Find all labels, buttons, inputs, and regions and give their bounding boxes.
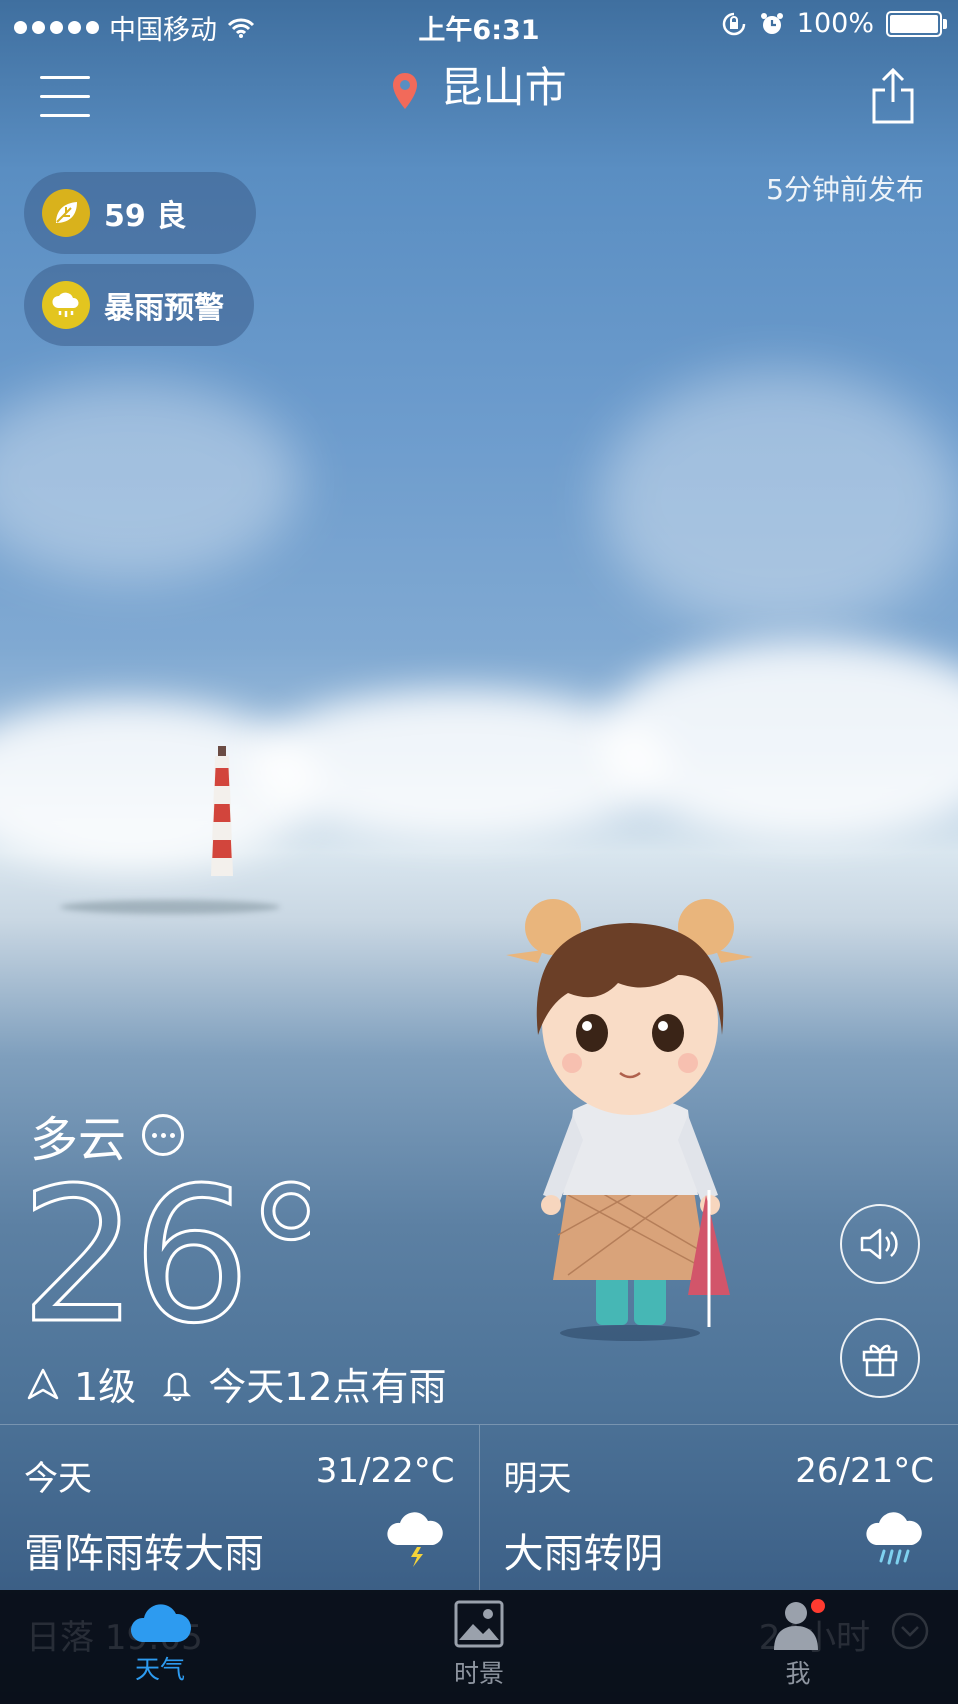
speaker-icon: [860, 1228, 898, 1260]
leaf-icon: [42, 189, 90, 237]
tab-weather[interactable]: 天气: [80, 1598, 240, 1704]
share-button[interactable]: [870, 66, 916, 126]
cloud-icon: [130, 1604, 192, 1642]
rain-notice[interactable]: 今天12点有雨: [208, 1356, 446, 1411]
island: [60, 900, 280, 914]
alarm-icon: [760, 12, 783, 34]
status-bar: 中国移动 上午6:31 100%: [0, 0, 958, 48]
forecast-range: 31/22°C: [315, 1451, 455, 1491]
lighthouse: [211, 746, 233, 876]
cartoon-girl-illustration: [506, 899, 753, 1341]
forecast-tomorrow[interactable]: 明天 26/21°C 大雨转阴: [478, 1425, 958, 1591]
profile-icon: [774, 1599, 825, 1650]
aqi-value: 59 良: [104, 199, 187, 234]
tab-label: 我: [785, 1659, 811, 1688]
more-info-icon[interactable]: [142, 1114, 185, 1156]
gift-button[interactable]: [840, 1318, 920, 1398]
voice-broadcast-button[interactable]: [840, 1204, 920, 1284]
wind-rain-row: 1级 今天12点有雨: [26, 1356, 447, 1411]
rain-icon: [866, 1512, 922, 1565]
tab-label: 天气: [134, 1655, 185, 1684]
wind-direction-icon: [27, 1368, 59, 1399]
aqi-badge[interactable]: 59 良: [24, 172, 256, 254]
alert-label: 暴雨预警: [104, 291, 224, 326]
battery-icon: [886, 10, 947, 37]
notification-dot: [811, 1599, 825, 1613]
bg-cloud: [0, 380, 300, 580]
forecast-panel: 今天 31/22°C 雷阵雨转大雨 明天 26/21°C 大雨转阴: [0, 1424, 958, 1591]
forecast-day: 明天: [503, 1459, 572, 1499]
forecast-desc: 大雨转阴: [503, 1531, 664, 1577]
temperature-graphic: 26°: [20, 1158, 310, 1338]
forecast-desc: 雷阵雨转大雨: [24, 1531, 264, 1577]
bg-cloud: [600, 640, 958, 840]
forecast-day: 今天: [24, 1459, 92, 1499]
city-title[interactable]: 昆山市: [0, 54, 958, 115]
tab-scenery[interactable]: 时景: [399, 1598, 559, 1704]
rain-cloud-icon: [42, 281, 90, 329]
tab-label: 时景: [453, 1659, 504, 1688]
publish-time: 5分钟前发布: [766, 173, 924, 206]
bell-icon: [163, 1372, 192, 1401]
weather-screen: 中国移动 上午6:31 100% 昆山市 5分钟前发布 59 良 暴雨预警 多云…: [0, 0, 958, 1704]
wind-level: 1级: [74, 1365, 137, 1409]
photo-icon: [454, 1600, 504, 1648]
thunderstorm-icon: [386, 1512, 443, 1567]
rotation-lock-icon: [722, 12, 746, 35]
forecast-range: 26/21°C: [795, 1451, 934, 1491]
bg-cloud: [600, 370, 958, 630]
chevron-down-icon[interactable]: [890, 1611, 930, 1651]
location-pin-icon: [393, 72, 418, 109]
rainstorm-alert-badge[interactable]: 暴雨预警: [24, 264, 254, 346]
battery-percent: 100%: [796, 8, 874, 39]
city-name: 昆山市: [440, 63, 567, 112]
gift-icon: [862, 1344, 898, 1377]
tab-me[interactable]: 我: [718, 1598, 878, 1704]
forecast-today[interactable]: 今天 31/22°C 雷阵雨转大雨: [0, 1425, 479, 1591]
temperature-value: 26°: [20, 1158, 310, 1338]
